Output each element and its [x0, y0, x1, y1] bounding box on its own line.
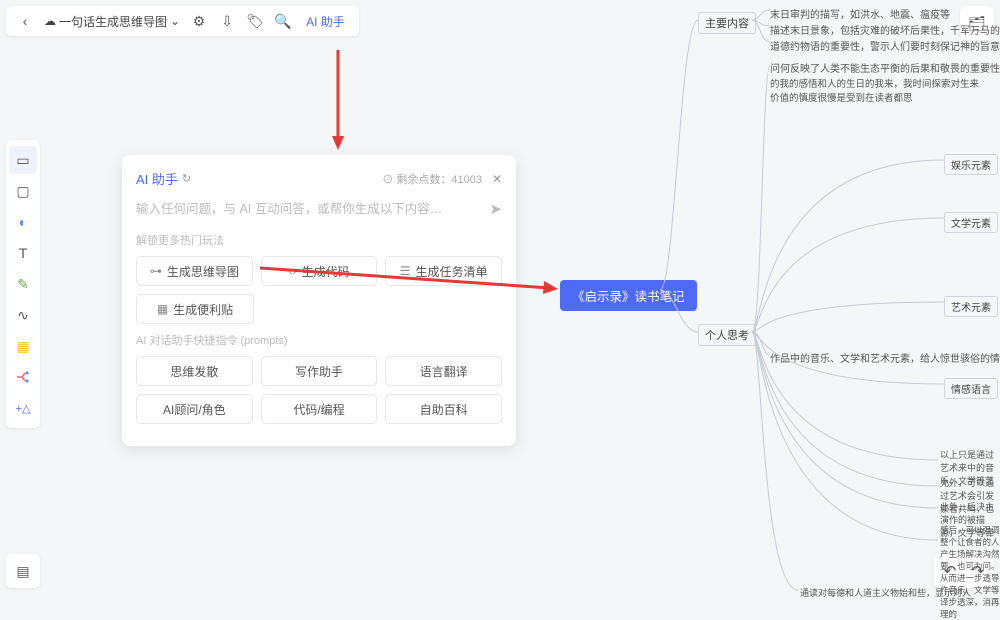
ai-assistant-panel: AI 助手 ↻ ⊙ 剩余点数：41003 ✕ ➤ 解锁更多热门玩法 ⊶生成思维导… — [122, 155, 516, 446]
ai-assistant-link[interactable]: AI 助手 — [298, 13, 353, 30]
tool-connector[interactable]: ∿ — [9, 301, 37, 329]
chip-role[interactable]: AI顾问/角色 — [136, 394, 253, 424]
search-icon[interactable]: 🔍 — [270, 8, 296, 34]
sub-art[interactable]: 艺术元素 — [944, 296, 998, 317]
leaf-text[interactable]: 描述末日景象，包括灾难的破坏后果性，千军万马的厮杀等 — [770, 22, 1000, 37]
points-remaining: ⊙ 剩余点数：41003 — [382, 171, 482, 187]
doc-title[interactable]: ☁ 一句话生成思维导图 ⌄ — [40, 13, 184, 30]
list-icon: ☰ — [400, 264, 411, 278]
tag-icon[interactable]: 🏷 — [242, 8, 268, 34]
chip-diverge[interactable]: 思维发散 — [136, 356, 253, 386]
leaf-text[interactable]: 道德约物语的重要性，警示人们要时刻保记神的旨意 — [770, 38, 1000, 53]
ai-prompt-input[interactable] — [136, 202, 481, 216]
tool-more[interactable]: +△ — [9, 394, 37, 422]
sub-emotion[interactable]: 情感语言 — [944, 378, 998, 399]
chip-writing[interactable]: 写作助手 — [261, 356, 378, 386]
tool-shape[interactable]: ◐ — [9, 208, 37, 236]
mindmap-root-node[interactable]: 《启示录》读书笔记 — [560, 280, 697, 311]
back-button[interactable]: ‹ — [12, 8, 38, 34]
topbar: ‹ ☁ 一句话生成思维导图 ⌄ ⚙ ⇩ 🏷 🔍 AI 助手 — [6, 6, 359, 36]
sub-literature[interactable]: 文学元素 — [944, 212, 998, 233]
tool-mindmap[interactable] — [9, 363, 37, 391]
mindmap-icon: ⊶ — [150, 264, 162, 278]
section-prompts: AI 对话助手快捷指令 (prompts) — [136, 332, 502, 348]
chip-mindmap[interactable]: ⊶生成思维导图 — [136, 256, 253, 286]
chip-tasklist[interactable]: ☰生成任务清单 — [385, 256, 502, 286]
close-icon[interactable]: ✕ — [492, 172, 502, 186]
code-icon: ‹› — [289, 264, 297, 278]
leaf-text[interactable]: 作品中的音乐、文学和艺术元素，给人惊世骇俗的情感震撼 — [770, 350, 1000, 365]
refresh-icon[interactable]: ↻ — [182, 172, 191, 185]
ai-input-row: ➤ — [136, 200, 502, 218]
tool-pen[interactable]: ✎ — [9, 270, 37, 298]
tool-sticky[interactable]: ▦ — [9, 332, 37, 360]
leaf-text[interactable]: 感后，可以强调整个让食者的人产生场解决沟然要。也可为问。从而进一步透导作音乐、文… — [940, 524, 1000, 620]
chip-wiki[interactable]: 自助百科 — [385, 394, 502, 424]
leaf-text[interactable]: 问何反映了人类不能生态平衡的后果和敬畏的重要性 — [770, 60, 1000, 75]
export-icon[interactable]: ⇩ — [214, 8, 240, 34]
chip-code[interactable]: ‹›生成代码 — [261, 256, 378, 286]
send-icon[interactable]: ➤ — [489, 200, 502, 218]
toolbar-sidebar: ▭ ▢ ◐ T ✎ ∿ ▦ +△ — [6, 140, 40, 428]
chevron-down-icon: ⌄ — [170, 14, 180, 28]
branch-main-content[interactable]: 主要内容 — [698, 12, 756, 34]
tool-frame[interactable]: ▢ — [9, 177, 37, 205]
tool-text[interactable]: T — [9, 239, 37, 267]
cloud-icon: ☁ — [44, 14, 56, 28]
chip-coding[interactable]: 代码/编程 — [261, 394, 378, 424]
leaf-text[interactable]: 的我的感悟和人的生日的我来，我时间探索对生来价值的慎度很慢是受到在读者都思 — [770, 76, 980, 104]
chip-translate[interactable]: 语言翻译 — [385, 356, 502, 386]
tool-select[interactable]: ▭ — [9, 146, 37, 174]
doc-title-text: 一句话生成思维导图 — [59, 13, 167, 30]
leaf-text[interactable]: 末日审判的描写，如洪水、地震、瘟疫等 — [770, 6, 950, 21]
layers-button[interactable]: ▤ — [6, 554, 40, 588]
leaf-text[interactable]: 通读对每德和人道主义物始和些，显示对人 — [800, 586, 971, 599]
branch-personal-thoughts[interactable]: 个人思考 — [698, 324, 756, 346]
sticky-icon: ▦ — [157, 302, 168, 316]
settings-icon[interactable]: ⚙ — [186, 8, 212, 34]
sub-entertainment[interactable]: 娱乐元素 — [944, 154, 998, 175]
ai-panel-title: AI 助手 ↻ — [136, 169, 191, 188]
chip-sticky[interactable]: ▦生成便利贴 — [136, 294, 254, 324]
section-hot: 解锁更多热门玩法 — [136, 232, 502, 248]
